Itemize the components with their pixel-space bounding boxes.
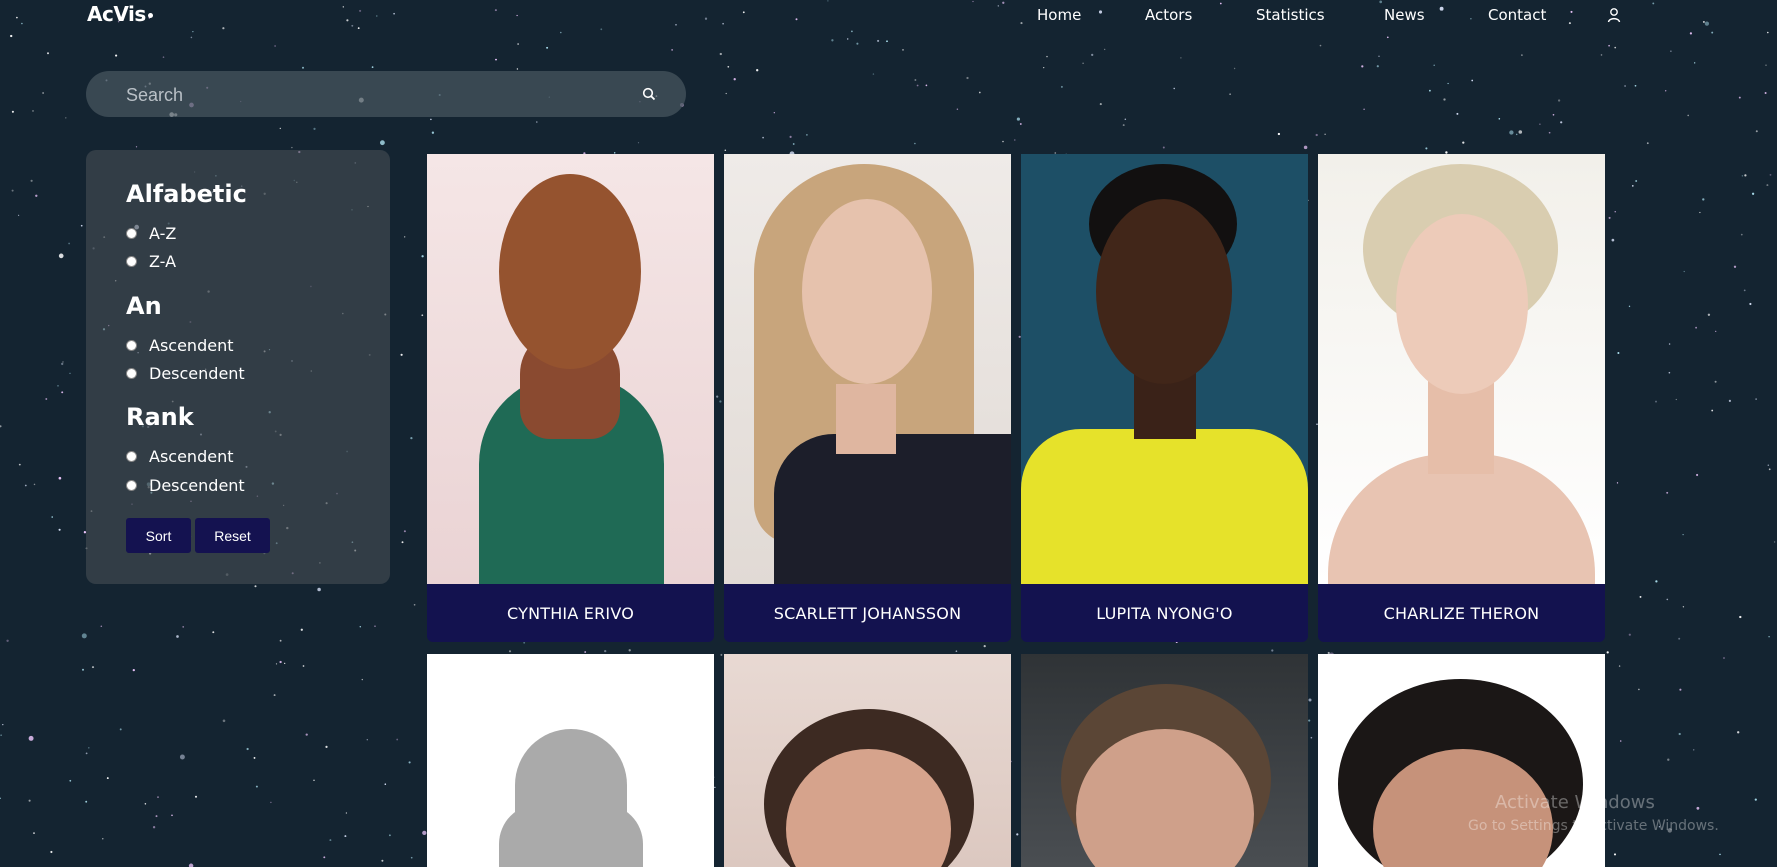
radio-button[interactable] bbox=[126, 339, 137, 351]
nav-contact-link[interactable]: Contact bbox=[1488, 6, 1546, 24]
actor-photo[interactable] bbox=[1318, 154, 1605, 584]
filter-option-year-ascendent[interactable]: Ascendent bbox=[126, 335, 233, 355]
actor-photo[interactable] bbox=[724, 154, 1011, 584]
filter-heading-year: An bbox=[126, 292, 162, 320]
radio-button[interactable] bbox=[126, 479, 137, 491]
activate-windows-title: Activate Windows bbox=[1495, 792, 1655, 813]
actor-photo[interactable] bbox=[427, 154, 714, 584]
filter-heading-rank: Rank bbox=[126, 403, 194, 431]
actor-card[interactable]: LUPITA NYONG'O bbox=[1021, 154, 1308, 642]
filter-panel: Alfabetic A-Z Z-A An Ascendent Descenden… bbox=[86, 150, 390, 584]
filter-heading-alphabetic: Alfabetic bbox=[126, 180, 247, 208]
search-bar bbox=[86, 71, 686, 119]
actor-card[interactable]: SCARLETT JOHANSSON bbox=[724, 154, 1011, 642]
actor-card[interactable] bbox=[1021, 654, 1308, 867]
actor-name[interactable]: CYNTHIA ERIVO bbox=[427, 584, 714, 642]
filter-option-rank-descendent[interactable]: Descendent bbox=[126, 475, 245, 495]
actor-photo[interactable] bbox=[1318, 654, 1605, 867]
actor-photo[interactable] bbox=[1021, 154, 1308, 584]
nav-news-link[interactable]: News bbox=[1384, 6, 1425, 24]
actor-card[interactable] bbox=[427, 654, 714, 867]
actor-photo[interactable] bbox=[1021, 654, 1308, 867]
actor-photo[interactable] bbox=[724, 654, 1011, 867]
actor-card[interactable] bbox=[724, 654, 1011, 867]
search-input[interactable] bbox=[124, 71, 608, 119]
radio-button[interactable] bbox=[126, 227, 137, 239]
radio-button[interactable] bbox=[126, 450, 137, 462]
logo-dot bbox=[147, 13, 153, 18]
actor-card[interactable] bbox=[1318, 654, 1605, 867]
activate-windows-subtitle: Go to Settings to activate Windows. bbox=[1468, 818, 1719, 834]
filter-option-a-z[interactable]: A-Z bbox=[126, 223, 176, 243]
actor-card[interactable]: CYNTHIA ERIVO bbox=[427, 154, 714, 642]
filter-option-rank-ascendent[interactable]: Ascendent bbox=[126, 446, 233, 466]
radio-button[interactable] bbox=[126, 255, 137, 267]
filter-option-year-descendent[interactable]: Descendent bbox=[126, 363, 245, 383]
filter-option-z-a[interactable]: Z-A bbox=[126, 251, 176, 271]
actor-name[interactable]: LUPITA NYONG'O bbox=[1021, 584, 1308, 642]
search-icon[interactable] bbox=[641, 86, 657, 102]
user-icon[interactable] bbox=[1606, 7, 1622, 23]
sort-button[interactable]: Sort bbox=[126, 518, 191, 553]
actor-name[interactable]: CHARLIZE THERON bbox=[1318, 584, 1605, 642]
nav-home-link[interactable]: Home bbox=[1037, 6, 1081, 24]
site-logo[interactable]: AcVis bbox=[87, 2, 153, 26]
actor-name[interactable]: SCARLETT JOHANSSON bbox=[724, 584, 1011, 642]
radio-button[interactable] bbox=[126, 367, 137, 379]
nav-statistics-link[interactable]: Statistics bbox=[1256, 6, 1325, 24]
reset-button[interactable]: Reset bbox=[195, 518, 270, 553]
nav-actors-link[interactable]: Actors bbox=[1145, 6, 1192, 24]
actor-card[interactable]: CHARLIZE THERON bbox=[1318, 154, 1605, 642]
actor-photo[interactable] bbox=[427, 654, 714, 867]
